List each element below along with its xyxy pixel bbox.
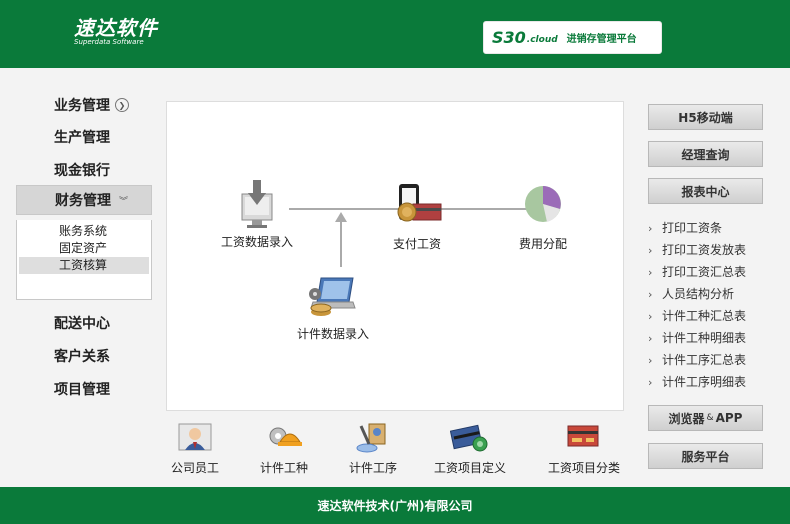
worker-helmet-icon [269, 427, 302, 446]
submenu-accounting[interactable]: 账务系统 [19, 223, 149, 240]
download-monitor-icon [241, 180, 273, 228]
chevron-right-icon: › [648, 310, 653, 323]
menu-finance[interactable]: 财务管理 ︾ [16, 185, 152, 215]
piece-work-type-button[interactable]: 计件工种 [254, 420, 314, 476]
wage-item-definition-button[interactable]: 工资项目定义 [428, 420, 512, 476]
allocation-label: 费用分配 [518, 237, 567, 251]
report-item[interactable]: › 计件工序汇总表 [648, 349, 778, 371]
node-allocation[interactable]: 费用分配 [511, 182, 575, 252]
node-payment[interactable]: 支付工资 [385, 182, 449, 252]
report-item-label: 人员结构分析 [662, 287, 735, 301]
employees-button[interactable]: 公司员工 [165, 420, 225, 476]
menu-project-label: 项目管理 [54, 382, 110, 398]
report-item-label: 打印工资发放表 [662, 243, 747, 257]
chevron-right-icon: › [648, 222, 653, 235]
chevron-down-icon[interactable]: ︾ [119, 194, 128, 207]
chevron-right-icon: › [648, 288, 653, 301]
laptop-coins-icon [309, 277, 356, 316]
browser-label: 浏览器 [668, 411, 705, 426]
chevron-right-icon: › [648, 354, 653, 367]
report-center-button[interactable]: 报表中心 [648, 178, 763, 204]
arrow-up-icon [335, 212, 347, 222]
workflow-panel: 工资数据录入 支付工资 费用分配 计件数据录入 [166, 101, 624, 411]
finance-submenu: 账务系统 固定资产 工资核算 [16, 220, 152, 300]
platform-cloud: .cloud [526, 35, 558, 45]
report-list: › 打印工资条 › 打印工资发放表 › 打印工资汇总表 › 人员结构分析 › 计件工种汇总… [648, 217, 778, 393]
report-item[interactable]: › 计件工序明细表 [648, 371, 778, 393]
footer-company: 速达软件技术(广州)有限公司 [317, 499, 473, 513]
report-item-label: 打印工资汇总表 [662, 265, 747, 279]
wage-item-category-button[interactable]: 工资项目分类 [542, 420, 626, 476]
chevron-right-icon: › [648, 244, 653, 257]
chevron-right-icon: › [648, 376, 653, 389]
report-item-label: 计件工序汇总表 [662, 353, 747, 367]
piece-process-button[interactable]: 计件工序 [343, 420, 403, 476]
h5-mobile-button[interactable]: H5移动端 [648, 104, 763, 130]
platform-title: 进销存管理平台 [566, 34, 637, 45]
browser-app-button[interactable]: 浏览器 & APP [648, 405, 763, 431]
report-item[interactable]: › 打印工资汇总表 [648, 261, 778, 283]
wage-definition-icon [449, 424, 488, 452]
footer-bar: 速达软件技术(广州)有限公司 [0, 487, 790, 524]
chevron-right-icon: › [648, 266, 653, 279]
submenu-payroll[interactable]: 工资核算 [19, 257, 149, 274]
flow-connector-vertical [340, 217, 342, 267]
report-item-label: 计件工种明细表 [662, 331, 747, 345]
menu-cash-bank-label: 现金银行 [54, 163, 110, 179]
report-item-label: 计件工种汇总表 [662, 309, 747, 323]
ampersand-label: & [706, 413, 714, 423]
wage-entry-label: 工资数据录入 [220, 235, 293, 249]
menu-business[interactable]: 业务管理 ❯ [16, 90, 152, 120]
menu-project[interactable]: 项目管理 [16, 374, 152, 404]
piece-entry-label: 计件数据录入 [296, 327, 369, 341]
superdata-logo: 速达软件 Superdata Software [74, 18, 158, 47]
platform-code: S30 [492, 28, 526, 47]
phone-payment-icon [397, 184, 442, 222]
report-item[interactable]: › 计件工种明细表 [648, 327, 778, 349]
employee-icon [178, 423, 212, 451]
menu-cash-bank[interactable]: 现金银行 [16, 155, 152, 185]
platform-badge: S30 .cloud 进销存管理平台 [483, 21, 662, 54]
manager-query-button[interactable]: 经理查询 [648, 141, 763, 167]
submenu-fixed-assets[interactable]: 固定资产 [19, 240, 149, 257]
employees-label: 公司员工 [170, 461, 219, 475]
logo-chinese: 速达软件 [74, 16, 158, 40]
menu-production-label: 生产管理 [54, 130, 110, 146]
piece-work-type-label: 计件工种 [259, 461, 308, 475]
report-item-label: 计件工序明细表 [662, 375, 747, 389]
service-platform-button[interactable]: 服务平台 [648, 443, 763, 469]
menu-production[interactable]: 生产管理 [16, 122, 152, 152]
report-item[interactable]: › 计件工种汇总表 [648, 305, 778, 327]
report-item[interactable]: › 打印工资条 [648, 217, 778, 239]
piece-process-label: 计件工序 [348, 461, 397, 475]
header-bar: 速达软件 Superdata Software S30 .cloud 进销存管理… [0, 0, 790, 68]
wage-category-icon [567, 425, 599, 447]
node-piece-entry[interactable]: 计件数据录入 [291, 272, 375, 342]
report-item-label: 打印工资条 [662, 221, 723, 235]
menu-business-label: 业务管理 [54, 98, 110, 114]
pie-chart-icon [525, 186, 561, 222]
menu-crm[interactable]: 客户关系 [16, 341, 152, 371]
wage-item-definition-label: 工资项目定义 [433, 461, 506, 475]
app-label: APP [715, 411, 743, 425]
payment-label: 支付工资 [392, 237, 441, 251]
menu-delivery[interactable]: 配送中心 [16, 308, 152, 338]
chevron-right-icon: › [648, 332, 653, 345]
report-item[interactable]: › 人员结构分析 [648, 283, 778, 305]
process-tools-icon [356, 423, 386, 453]
wage-item-category-label: 工资项目分类 [547, 461, 620, 475]
bottom-icon-row: 公司员工 计件工种 计件工序 工资项目定义 工资项目分类 [160, 420, 630, 480]
node-wage-entry[interactable]: 工资数据录入 [219, 180, 295, 250]
menu-finance-label: 财务管理 [55, 193, 111, 209]
expand-circle-icon[interactable]: ❯ [115, 98, 129, 112]
report-item[interactable]: › 打印工资发放表 [648, 239, 778, 261]
menu-delivery-label: 配送中心 [54, 316, 110, 332]
menu-crm-label: 客户关系 [54, 349, 110, 365]
